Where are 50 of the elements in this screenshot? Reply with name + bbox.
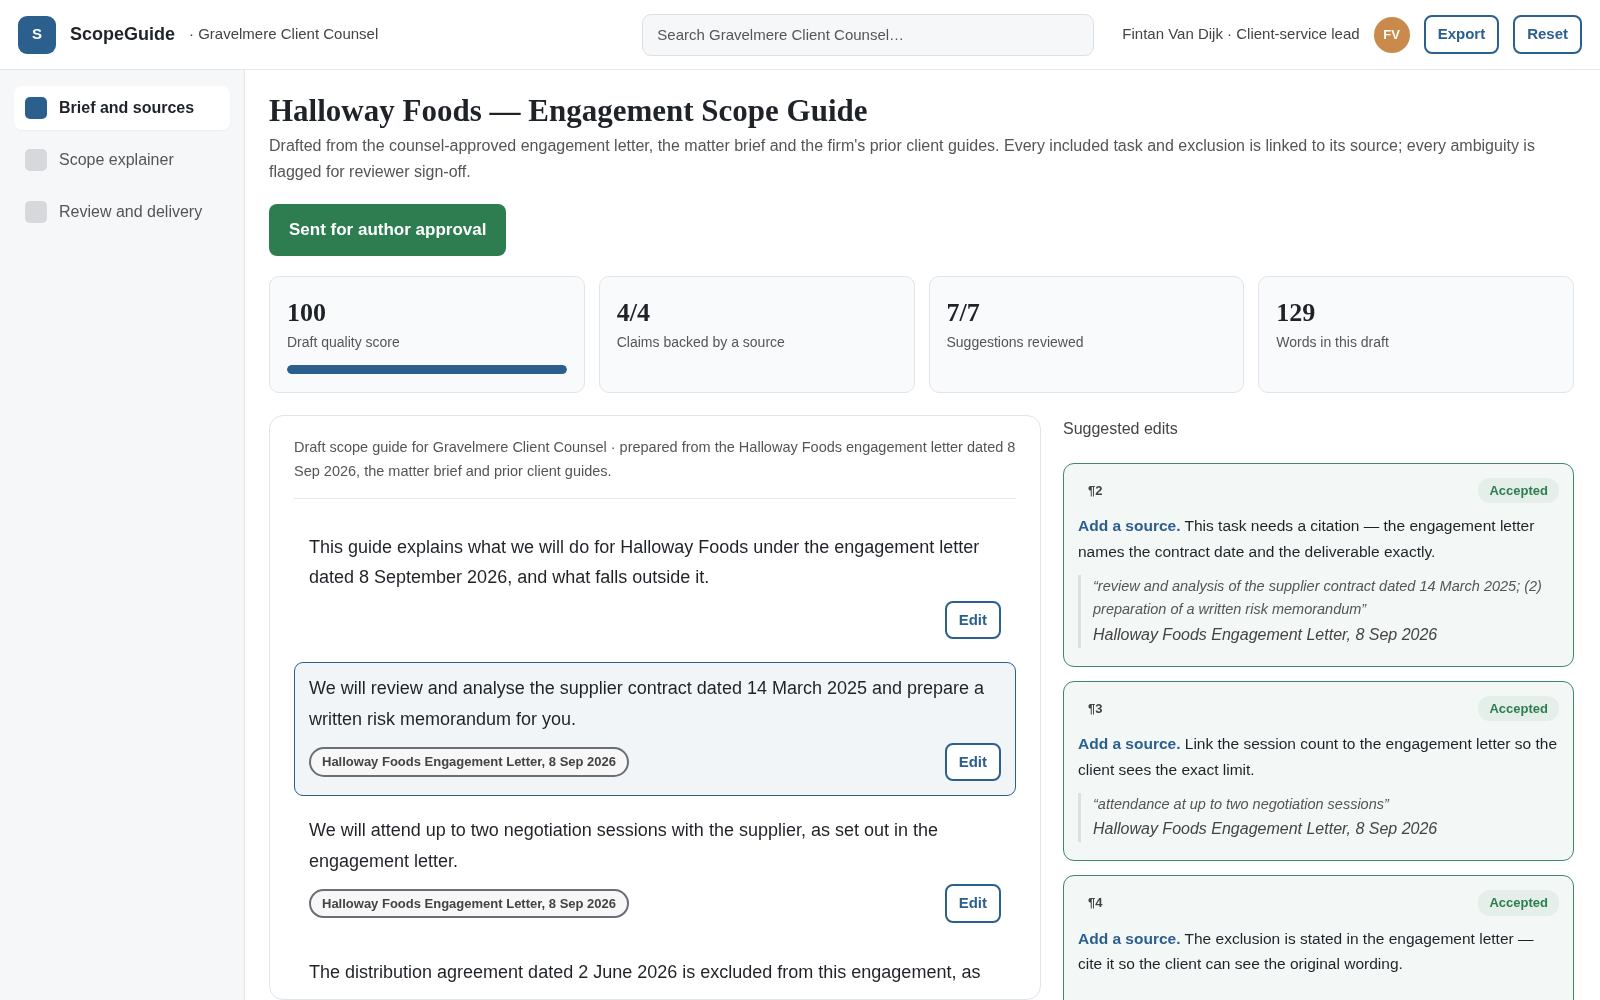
quote-text: “review and analysis of the supplier contract dated 14 March 2025; (2) preparation of a written risk memorandum” — [1093, 576, 1543, 620]
stat-value: 129 — [1276, 296, 1317, 329]
paragraph-tag: ¶2 — [1078, 478, 1113, 503]
draft-paragraph[interactable]: We will attend up to two negotiation sessions with the supplier, as set out in the engagement letter. Halloway Foods Engagement Letter, 8 Sep 2026 Edit — [294, 804, 1016, 938]
draft-paragraph[interactable]: We will review and analyse the supplier contract dated 14 March 2025 and prepare a written risk memorandum for you. Halloway Foods Engagement Letter, 8 Sep 2026 Edit — [294, 662, 1016, 797]
citation-text: Halloway Foods Engagement Letter, 8 Sep 2026 — [1093, 625, 1439, 646]
stat-label: Claims backed by a source — [616, 333, 786, 353]
client-name: · Gravelmere Client Counsel — [189, 24, 379, 45]
stat-label: Draft quality score — [287, 333, 401, 353]
paragraph-tag: ¶4 — [1078, 891, 1113, 915]
page-description: Drafted from the counsel-approved engagement letter, the matter brief and the firm's prior client guides. Every included task and exclusion is linked to its source; every ambiguity is flagged for reviewer sign-off. — [269, 136, 1536, 182]
app-name: ScopeGuide — [70, 23, 176, 46]
page-title: Halloway Foods — Engagement Scope Guide — [269, 92, 869, 130]
paragraph-text: We will review and analyse the supplier contract dated 14 March 2025 and prepare a written risk memorandum for you. — [309, 677, 986, 731]
stat-value: 7/7 — [946, 296, 981, 329]
paragraph-text: We will attend up to two negotiation sessions with the supplier, as set out in the engagement letter. — [309, 819, 940, 873]
suggestion-text: Add a source. The exclusion is stated in the engagement letter — cite it so the client can see the original wording. — [1078, 928, 1535, 975]
stat-value: 4/4 — [616, 296, 651, 329]
status-badge: Accepted — [1478, 890, 1559, 916]
edit-button[interactable]: Edit — [944, 742, 1001, 782]
status-button[interactable]: Sent for author approval — [269, 204, 507, 256]
edit-button[interactable]: Edit — [944, 600, 1001, 640]
search-field[interactable]: Search Gravelmere Client Counsel… — [642, 13, 1095, 56]
sidebar-item[interactable]: Review and delivery — [14, 190, 230, 234]
reset-button[interactable]: Reset — [1513, 15, 1582, 54]
stat-label: Words in this draft — [1276, 333, 1390, 353]
quote-text: “attendance at up to two negotiation sessions” — [1093, 794, 1391, 814]
suggestion-text: Add a source. This task needs a citation — the engagement letter names the contract date and the deliverable exactly. — [1078, 516, 1536, 562]
section-title: Suggested edits — [1063, 418, 1179, 439]
stat-label: Suggestions reviewed — [946, 333, 1085, 353]
suggestion-text: Add a source. Link the session count to the engagement letter so the client sees the exact limit. — [1078, 734, 1559, 780]
paragraph-text: The distribution agreement dated 2 June 2026 is excluded from this engagement, as — [309, 960, 982, 984]
status-badge: Accepted — [1478, 477, 1559, 504]
sidebar-item[interactable]: Brief and sources — [14, 86, 230, 130]
app-logo: S — [18, 15, 56, 54]
paragraph-text: This guide explains what we will do for Halloway Foods under the engagement letter dated 8 September 2026, and what falls outside it. — [309, 535, 981, 590]
draft-paragraph[interactable]: This guide explains what we will do for Halloway Foods under the engagement letter dated 8 September 2026, and what falls outside it. Edit — [294, 520, 1016, 655]
citation-text: Halloway Foods Engagement Letter, 8 Sep 2026 — [1093, 819, 1439, 840]
draft-intro: Draft scope guide for Gravelmere Client Counsel · prepared from the Halloway Foods engagement letter dated 8 Sep 2026, the matter brief and prior client guides. — [294, 435, 1016, 499]
status-badge: Accepted — [1478, 695, 1559, 722]
user-avatar: FV — [1373, 16, 1410, 53]
edit-button[interactable]: Edit — [944, 884, 1001, 923]
paragraph-tag: ¶3 — [1078, 696, 1113, 721]
source-chip[interactable]: Halloway Foods Engagement Letter, 8 Sep 2026 — [309, 888, 630, 919]
source-chip[interactable]: Halloway Foods Engagement Letter, 8 Sep 2026 — [309, 747, 630, 777]
stat-value: 100 — [287, 296, 327, 329]
draft-paragraph[interactable]: The distribution agreement dated 2 June 2026 is excluded from this engagement, as — [294, 945, 1016, 999]
sidebar-item[interactable]: Scope explainer — [14, 138, 230, 182]
export-button[interactable]: Export — [1423, 15, 1500, 54]
user-label: Fintan Van Dijk · Client-service lead — [1122, 24, 1360, 45]
